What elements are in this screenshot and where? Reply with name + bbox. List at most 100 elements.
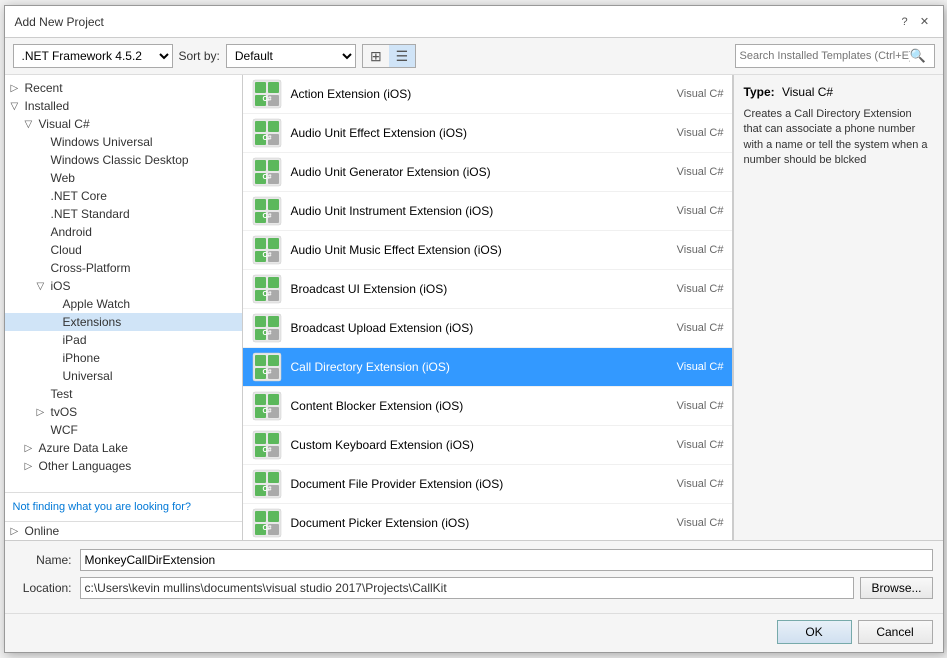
project-item[interactable]: C# Call Directory Extension (iOS)Visual … — [243, 348, 732, 387]
sidebar-item-other-languages[interactable]: ▷ Other Languages — [5, 457, 242, 475]
project-item[interactable]: C# Broadcast Upload Extension (iOS)Visua… — [243, 309, 732, 348]
left-panel: ▷ Recent ▽ Installed ▽ Visual C# Windows… — [5, 75, 243, 540]
sort-select[interactable]: Default — [226, 44, 356, 68]
list-view-button[interactable]: ☰ — [389, 45, 415, 67]
project-icon: C# — [251, 312, 283, 344]
project-item[interactable]: C# Audio Unit Effect Extension (iOS)Visu… — [243, 114, 732, 153]
arrow-icon: ▽ — [25, 119, 39, 130]
arrow-icon: ▷ — [11, 83, 25, 94]
sidebar-item-online[interactable]: ▷ Online — [5, 521, 242, 540]
arrow-icon — [49, 317, 63, 328]
sidebar-item-ipad[interactable]: iPad — [5, 331, 242, 349]
project-icon: C# — [251, 78, 283, 110]
sort-label: Sort by: — [179, 49, 220, 63]
project-name: Audio Unit Music Effect Extension (iOS) — [291, 243, 654, 257]
sidebar-item-net-core[interactable]: .NET Core — [5, 187, 242, 205]
arrow-icon — [37, 245, 51, 256]
location-input[interactable] — [80, 577, 855, 599]
arrow-icon — [37, 425, 51, 436]
arrow-icon — [37, 155, 51, 166]
arrow-icon: ▽ — [37, 281, 51, 292]
sidebar-item-android[interactable]: Android — [5, 223, 242, 241]
sidebar-item-extensions[interactable]: Extensions — [5, 313, 242, 331]
arrow-icon — [37, 389, 51, 400]
sidebar-item-visual-c[interactable]: ▽ Visual C# — [5, 115, 242, 133]
project-item[interactable]: C# Broadcast UI Extension (iOS)Visual C# — [243, 270, 732, 309]
location-row: Location: Browse... — [15, 577, 933, 599]
arrow-icon — [37, 173, 51, 184]
project-item[interactable]: C# Audio Unit Instrument Extension (iOS)… — [243, 192, 732, 231]
project-name: Call Directory Extension (iOS) — [291, 360, 654, 374]
sidebar-item-universal[interactable]: Universal — [5, 367, 242, 385]
project-icon: C# — [251, 468, 283, 500]
sidebar-item-apple-watch[interactable]: Apple Watch — [5, 295, 242, 313]
arrow-icon — [37, 191, 51, 202]
sidebar-item-net-standard[interactable]: .NET Standard — [5, 205, 242, 223]
sidebar-item-cloud[interactable]: Cloud — [5, 241, 242, 259]
sidebar-item-wcf[interactable]: WCF — [5, 421, 242, 439]
sidebar-item-ios[interactable]: ▽ iOS — [5, 277, 242, 295]
project-type: Visual C# — [654, 88, 724, 100]
project-item[interactable]: C# Content Blocker Extension (iOS)Visual… — [243, 387, 732, 426]
svg-text:C#: C# — [262, 330, 271, 337]
svg-text:C#: C# — [262, 213, 271, 220]
sidebar-item-test[interactable]: Test — [5, 385, 242, 403]
name-row: Name: — [15, 549, 933, 571]
sidebar-item-installed[interactable]: ▽ Installed — [5, 97, 242, 115]
sidebar-item-web[interactable]: Web — [5, 169, 242, 187]
framework-select[interactable]: .NET Framework 4.5.2 — [13, 44, 173, 68]
help-button[interactable]: ? — [897, 14, 913, 30]
project-name: Document File Provider Extension (iOS) — [291, 477, 654, 491]
arrow-icon — [49, 353, 63, 364]
middle-panel: C# Action Extension (iOS)Visual C# C# Au… — [243, 75, 733, 540]
project-name: Custom Keyboard Extension (iOS) — [291, 438, 654, 452]
project-name: Broadcast UI Extension (iOS) — [291, 282, 654, 296]
project-icon: C# — [251, 195, 283, 227]
arrow-icon — [37, 263, 51, 274]
browse-button[interactable]: Browse... — [860, 577, 932, 599]
not-finding-link[interactable]: Not finding what you are looking for? — [5, 492, 242, 521]
project-type: Visual C# — [654, 205, 724, 217]
bottom-form: Name: Location: Browse... — [5, 540, 943, 613]
project-item[interactable]: C# Custom Keyboard Extension (iOS)Visual… — [243, 426, 732, 465]
sidebar-item-recent[interactable]: ▷ Recent — [5, 79, 242, 97]
search-input[interactable] — [740, 50, 910, 62]
sidebar-item-cross-platform[interactable]: Cross-Platform — [5, 259, 242, 277]
arrow-icon: ▷ — [11, 526, 25, 537]
arrow-icon — [37, 209, 51, 220]
project-item[interactable]: C# Audio Unit Music Effect Extension (iO… — [243, 231, 732, 270]
ok-button[interactable]: OK — [777, 620, 852, 644]
project-item[interactable]: C# Action Extension (iOS)Visual C# — [243, 75, 732, 114]
cancel-button[interactable]: Cancel — [858, 620, 933, 644]
project-item[interactable]: C# Audio Unit Generator Extension (iOS)V… — [243, 153, 732, 192]
project-icon: C# — [251, 273, 283, 305]
sidebar-item-windows-classic[interactable]: Windows Classic Desktop — [5, 151, 242, 169]
view-toggle: ⊞ ☰ — [362, 44, 416, 68]
name-input[interactable] — [80, 549, 933, 571]
project-item[interactable]: C# Document Picker Extension (iOS)Visual… — [243, 504, 732, 540]
project-item[interactable]: C# Document File Provider Extension (iOS… — [243, 465, 732, 504]
sidebar-item-iphone[interactable]: iPhone — [5, 349, 242, 367]
sidebar-item-tvos[interactable]: ▷ tvOS — [5, 403, 242, 421]
grid-view-button[interactable]: ⊞ — [363, 45, 389, 67]
project-icon: C# — [251, 156, 283, 188]
add-new-project-dialog: Add New Project ? ✕ .NET Framework 4.5.2… — [4, 5, 944, 653]
close-button[interactable]: ✕ — [917, 14, 933, 30]
sidebar-item-windows-universal[interactable]: Windows Universal — [5, 133, 242, 151]
project-type: Visual C# — [654, 166, 724, 178]
svg-text:C#: C# — [262, 96, 271, 103]
svg-text:C#: C# — [262, 291, 271, 298]
svg-text:C#: C# — [262, 486, 271, 493]
project-type: Visual C# — [654, 517, 724, 529]
project-type: Visual C# — [654, 400, 724, 412]
svg-text:C#: C# — [262, 369, 271, 376]
search-box: 🔍 — [735, 44, 935, 68]
project-name: Action Extension (iOS) — [291, 87, 654, 101]
arrow-icon — [49, 335, 63, 346]
project-name: Broadcast Upload Extension (iOS) — [291, 321, 654, 335]
toolbar: .NET Framework 4.5.2 Sort by: Default ⊞ … — [5, 38, 943, 75]
main-content: ▷ Recent ▽ Installed ▽ Visual C# Windows… — [5, 75, 943, 540]
dialog-title: Add New Project — [15, 15, 104, 29]
svg-text:C#: C# — [262, 447, 271, 454]
sidebar-item-azure-data-lake[interactable]: ▷ Azure Data Lake — [5, 439, 242, 457]
